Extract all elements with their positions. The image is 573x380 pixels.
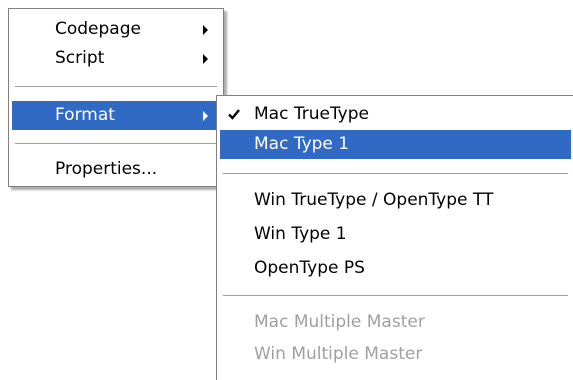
submenu-item-win-truetype[interactable]: Win TrueType / OpenType TT	[220, 186, 571, 215]
format-submenu: Mac TrueType Mac Type 1 Win TrueType / O…	[216, 95, 573, 380]
checkmark-icon	[228, 109, 240, 120]
menu-item-label: Win TrueType / OpenType TT	[254, 190, 494, 210]
menu-separator	[223, 295, 568, 296]
menu-separator	[15, 86, 217, 87]
menu-item-properties[interactable]: Properties...	[12, 155, 220, 184]
menu-separator	[15, 143, 217, 144]
menu-item-label: Win Multiple Master	[254, 344, 423, 364]
submenu-item-mac-truetype[interactable]: Mac TrueType	[220, 100, 571, 129]
submenu-item-mac-type1[interactable]: Mac Type 1	[220, 130, 571, 159]
menu-item-label: Script	[55, 48, 105, 68]
menu-item-format[interactable]: Format	[12, 101, 220, 130]
menu-item-label: Mac TrueType	[254, 104, 369, 124]
menu-item-label: Format	[55, 105, 115, 125]
menu-item-label: Codepage	[55, 19, 141, 39]
submenu-arrow-icon	[203, 111, 208, 121]
submenu-item-mac-multiple-master: Mac Multiple Master	[220, 308, 571, 337]
context-menu: Codepage Script Format Properties...	[8, 8, 224, 187]
menu-item-label: Win Type 1	[254, 224, 347, 244]
submenu-item-opentype-ps[interactable]: OpenType PS	[220, 254, 571, 283]
submenu-item-win-multiple-master: Win Multiple Master	[220, 340, 571, 369]
menu-item-label: Properties...	[55, 159, 158, 179]
submenu-arrow-icon	[203, 25, 208, 35]
menu-item-label: OpenType PS	[254, 258, 365, 278]
menu-separator	[223, 173, 568, 174]
menu-item-label: Mac Type 1	[254, 134, 350, 154]
menu-item-label: Mac Multiple Master	[254, 312, 425, 332]
submenu-item-win-type1[interactable]: Win Type 1	[220, 220, 571, 249]
menu-item-codepage[interactable]: Codepage	[12, 15, 220, 44]
menu-item-script[interactable]: Script	[12, 44, 220, 73]
submenu-arrow-icon	[203, 54, 208, 64]
